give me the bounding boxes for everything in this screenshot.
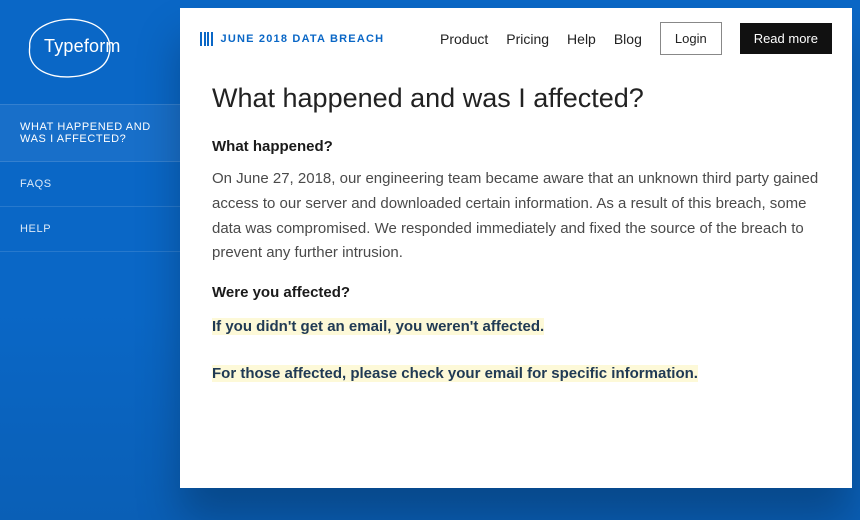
brand-logo[interactable]: Typeform (0, 0, 180, 92)
sidebar-item-label: WHAT HAPPENED AND WAS I AFFECTED? (20, 121, 151, 145)
login-button[interactable]: Login (660, 22, 722, 55)
sidebar-item-label: HELP (20, 223, 51, 235)
top-nav: Product Pricing Help Blog Login Read mor… (440, 22, 832, 55)
main-panel: JUNE 2018 DATA BREACH Product Pricing He… (180, 8, 852, 488)
nav-product[interactable]: Product (440, 31, 488, 47)
page-title: What happened and was I affected? (212, 83, 824, 114)
nav-help[interactable]: Help (567, 31, 596, 47)
sidebar-item-label: FAQS (20, 178, 52, 190)
sidebar: Typeform WHAT HAPPENED AND WAS I AFFECTE… (0, 0, 180, 520)
sidebar-nav: WHAT HAPPENED AND WAS I AFFECTED? FAQS H… (0, 104, 180, 252)
nav-blog[interactable]: Blog (614, 31, 642, 47)
section-heading-what-happened: What happened? (212, 138, 824, 155)
topbar: JUNE 2018 DATA BREACH Product Pricing He… (180, 8, 852, 65)
read-more-button[interactable]: Read more (740, 23, 832, 54)
sidebar-item-help[interactable]: HELP (0, 207, 180, 252)
highlight-line-2: For those affected, please check your em… (212, 360, 824, 389)
breadcrumb[interactable]: JUNE 2018 DATA BREACH (200, 32, 384, 46)
sidebar-item-faqs[interactable]: FAQS (0, 162, 180, 207)
highlight-text: For those affected, please check your em… (212, 365, 698, 382)
app-root: Typeform WHAT HAPPENED AND WAS I AFFECTE… (0, 0, 860, 520)
brand-name: Typeform (44, 36, 121, 57)
bars-icon (200, 32, 213, 46)
highlight-text: If you didn't get an email, you weren't … (212, 318, 544, 335)
sidebar-item-what-happened[interactable]: WHAT HAPPENED AND WAS I AFFECTED? (0, 104, 180, 162)
section-heading-were-you-affected: Were you affected? (212, 284, 824, 301)
nav-pricing[interactable]: Pricing (506, 31, 549, 47)
article: What happened and was I affected? What h… (180, 65, 852, 430)
breadcrumb-label: JUNE 2018 DATA BREACH (221, 33, 385, 45)
section-body-what-happened: On June 27, 2018, our engineering team b… (212, 167, 824, 266)
highlight-line-1: If you didn't get an email, you weren't … (212, 313, 824, 342)
